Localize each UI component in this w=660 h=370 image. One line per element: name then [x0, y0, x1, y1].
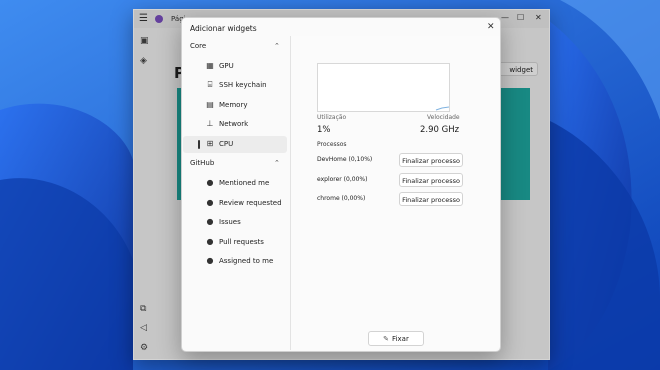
widget-item-cpu[interactable]: ⊞ CPU [183, 136, 287, 153]
group-github-label[interactable]: GitHub [190, 159, 214, 167]
widget-list: Core ⌃ ▦ GPU ⌸ SSH keychain ▤ Memory ⊥ N… [182, 36, 289, 350]
process-row: chrome (0,00%) Finalizar processo [317, 192, 477, 206]
memory-icon: ▤ [206, 100, 214, 109]
chevron-up-icon[interactable]: ⌃ [274, 159, 280, 167]
cpu-usage-graph [317, 63, 450, 112]
widget-item-review-requested[interactable]: ● Review requested [183, 195, 287, 212]
pin-button[interactable]: ✎ Fixar [368, 331, 424, 346]
speed-value: 2.90 GHz [420, 125, 460, 135]
pin-icon: ✎ [383, 335, 390, 343]
process-name: DevHome (0,10%) [317, 156, 373, 163]
add-widgets-dialog: Adicionar widgets ✕ Core ⌃ ▦ GPU ⌸ SSH k… [181, 17, 501, 352]
widget-item-label: Mentioned me [219, 179, 270, 187]
github-icon: ● [206, 217, 214, 226]
widget-preview-pane: Utilização Velocidade 1% 2.90 GHz Proces… [290, 36, 500, 350]
process-row: DevHome (0,10%) Finalizar processo [317, 153, 477, 167]
widget-item-label: Issues [219, 218, 241, 226]
widget-item-label: Review requested [219, 199, 282, 207]
close-icon[interactable]: ✕ [487, 22, 495, 32]
end-process-button[interactable]: Finalizar processo [399, 173, 463, 187]
cpu-icon: ⊞ [206, 139, 214, 148]
group-core-label[interactable]: Core [190, 42, 206, 50]
widget-item-issues[interactable]: ● Issues [183, 214, 287, 231]
widget-item-label: CPU [219, 140, 234, 148]
widget-item-mentioned-me[interactable]: ● Mentioned me [183, 175, 287, 192]
github-icon: ● [206, 198, 214, 207]
widget-item-pull-requests[interactable]: ● Pull requests [183, 234, 287, 251]
process-name: chrome (0,00%) [317, 195, 366, 202]
widget-item-label: Network [219, 120, 249, 128]
process-name: explorer (0,00%) [317, 176, 368, 183]
process-row: explorer (0,00%) Finalizar processo [317, 173, 477, 187]
end-process-button[interactable]: Finalizar processo [399, 192, 463, 206]
widget-item-memory[interactable]: ▤ Memory [183, 97, 287, 114]
pin-label: Fixar [392, 335, 409, 343]
widget-item-label: Memory [219, 101, 248, 109]
widget-item-label: Assigned to me [219, 257, 274, 265]
network-icon: ⊥ [206, 119, 214, 128]
github-icon: ● [206, 256, 214, 265]
widget-item-gpu[interactable]: ▦ GPU [183, 58, 287, 75]
widget-item-label: Pull requests [219, 238, 264, 246]
github-icon: ● [206, 178, 214, 187]
widget-item-network[interactable]: ⊥ Network [183, 116, 287, 133]
end-process-button[interactable]: Finalizar processo [399, 153, 463, 167]
widget-item-assigned-to-me[interactable]: ● Assigned to me [183, 253, 287, 270]
dialog-title: Adicionar widgets [190, 24, 257, 33]
gpu-icon: ▦ [206, 61, 214, 70]
speed-label: Velocidade [427, 114, 460, 121]
ssh-keychain-icon: ⌸ [207, 80, 213, 89]
selection-indicator [198, 140, 200, 149]
chevron-up-icon[interactable]: ⌃ [274, 42, 280, 50]
widget-item-ssh-keychain[interactable]: ⌸ SSH keychain [183, 77, 287, 94]
widget-item-label: GPU [219, 62, 234, 70]
github-icon: ● [206, 237, 214, 246]
utilization-value: 1% [317, 125, 331, 135]
widget-item-label: SSH keychain [219, 81, 267, 89]
processes-label: Processos [317, 141, 347, 148]
utilization-label: Utilização [317, 114, 347, 121]
